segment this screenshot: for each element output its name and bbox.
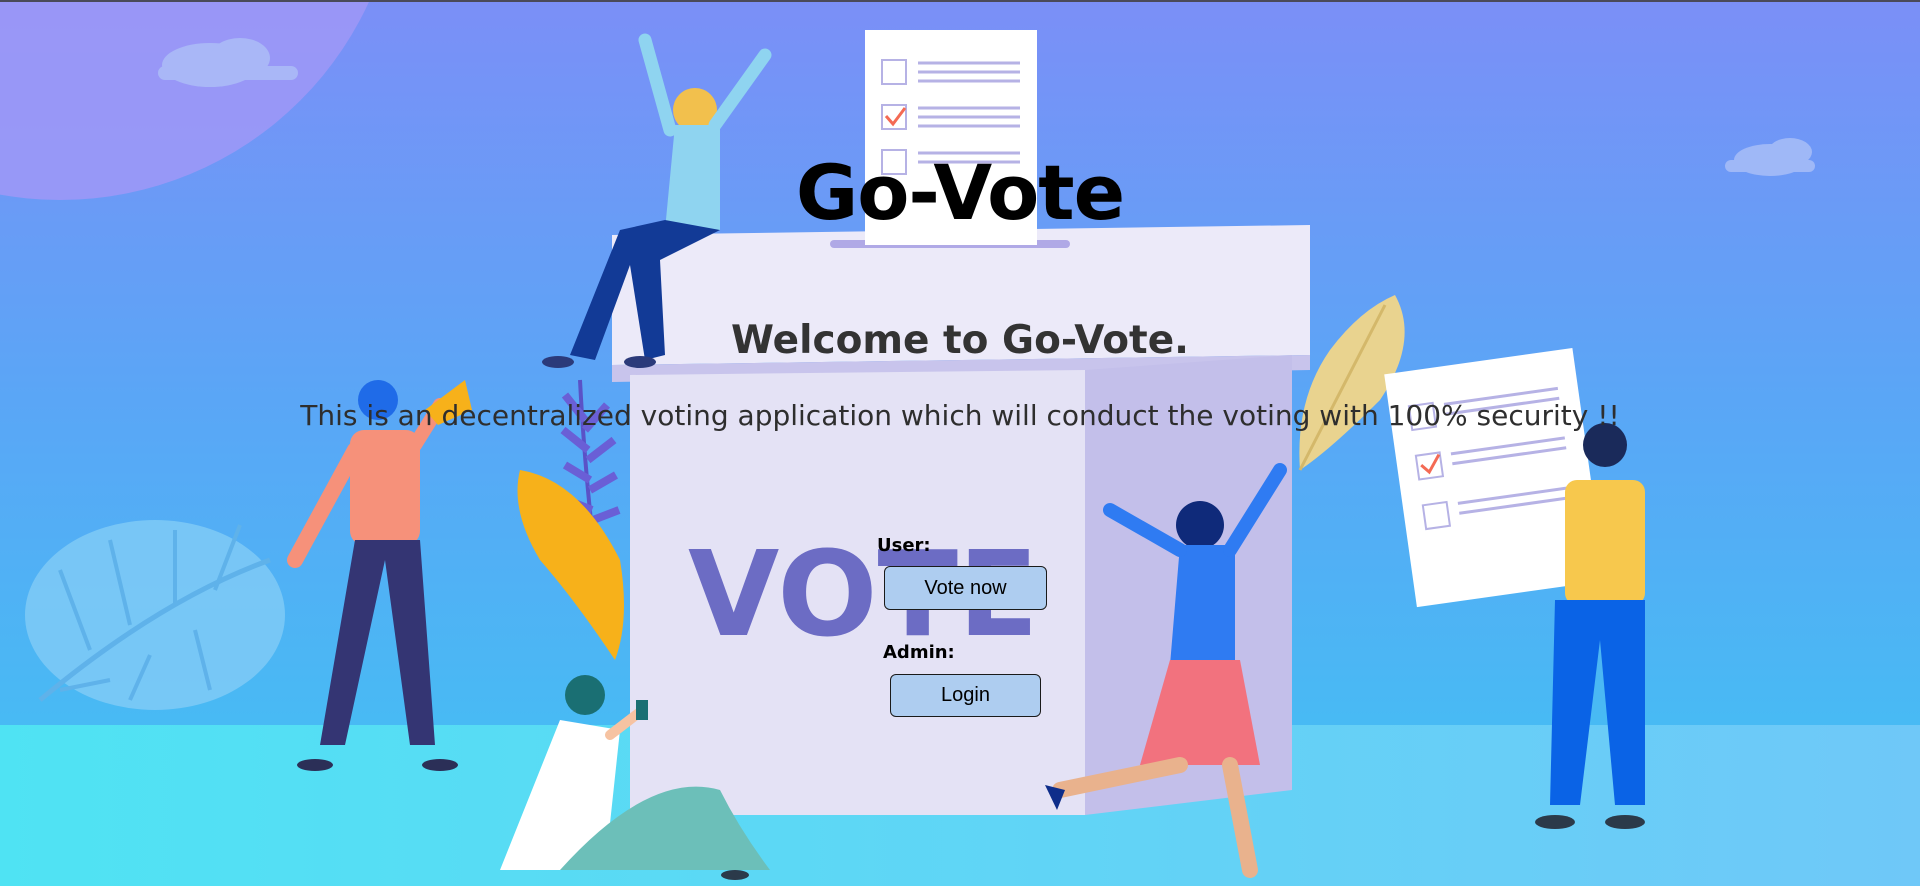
voting-background-illustration: VOTE bbox=[0, 0, 1920, 886]
leaf-icon bbox=[25, 520, 285, 710]
tagline-text: This is an decentralized voting applicat… bbox=[300, 399, 1620, 432]
welcome-heading: Welcome to Go-Vote. bbox=[731, 318, 1189, 363]
top-border bbox=[0, 0, 1920, 2]
login-button[interactable]: Login bbox=[890, 674, 1041, 717]
user-label: User: bbox=[877, 535, 931, 556]
landing-page: VOTE Go-Vote Welcome to Go-Vote. This is… bbox=[0, 0, 1920, 886]
app-title: Go-Vote bbox=[795, 148, 1125, 237]
vote-now-button[interactable]: Vote now bbox=[884, 566, 1047, 610]
admin-label: Admin: bbox=[883, 642, 955, 663]
